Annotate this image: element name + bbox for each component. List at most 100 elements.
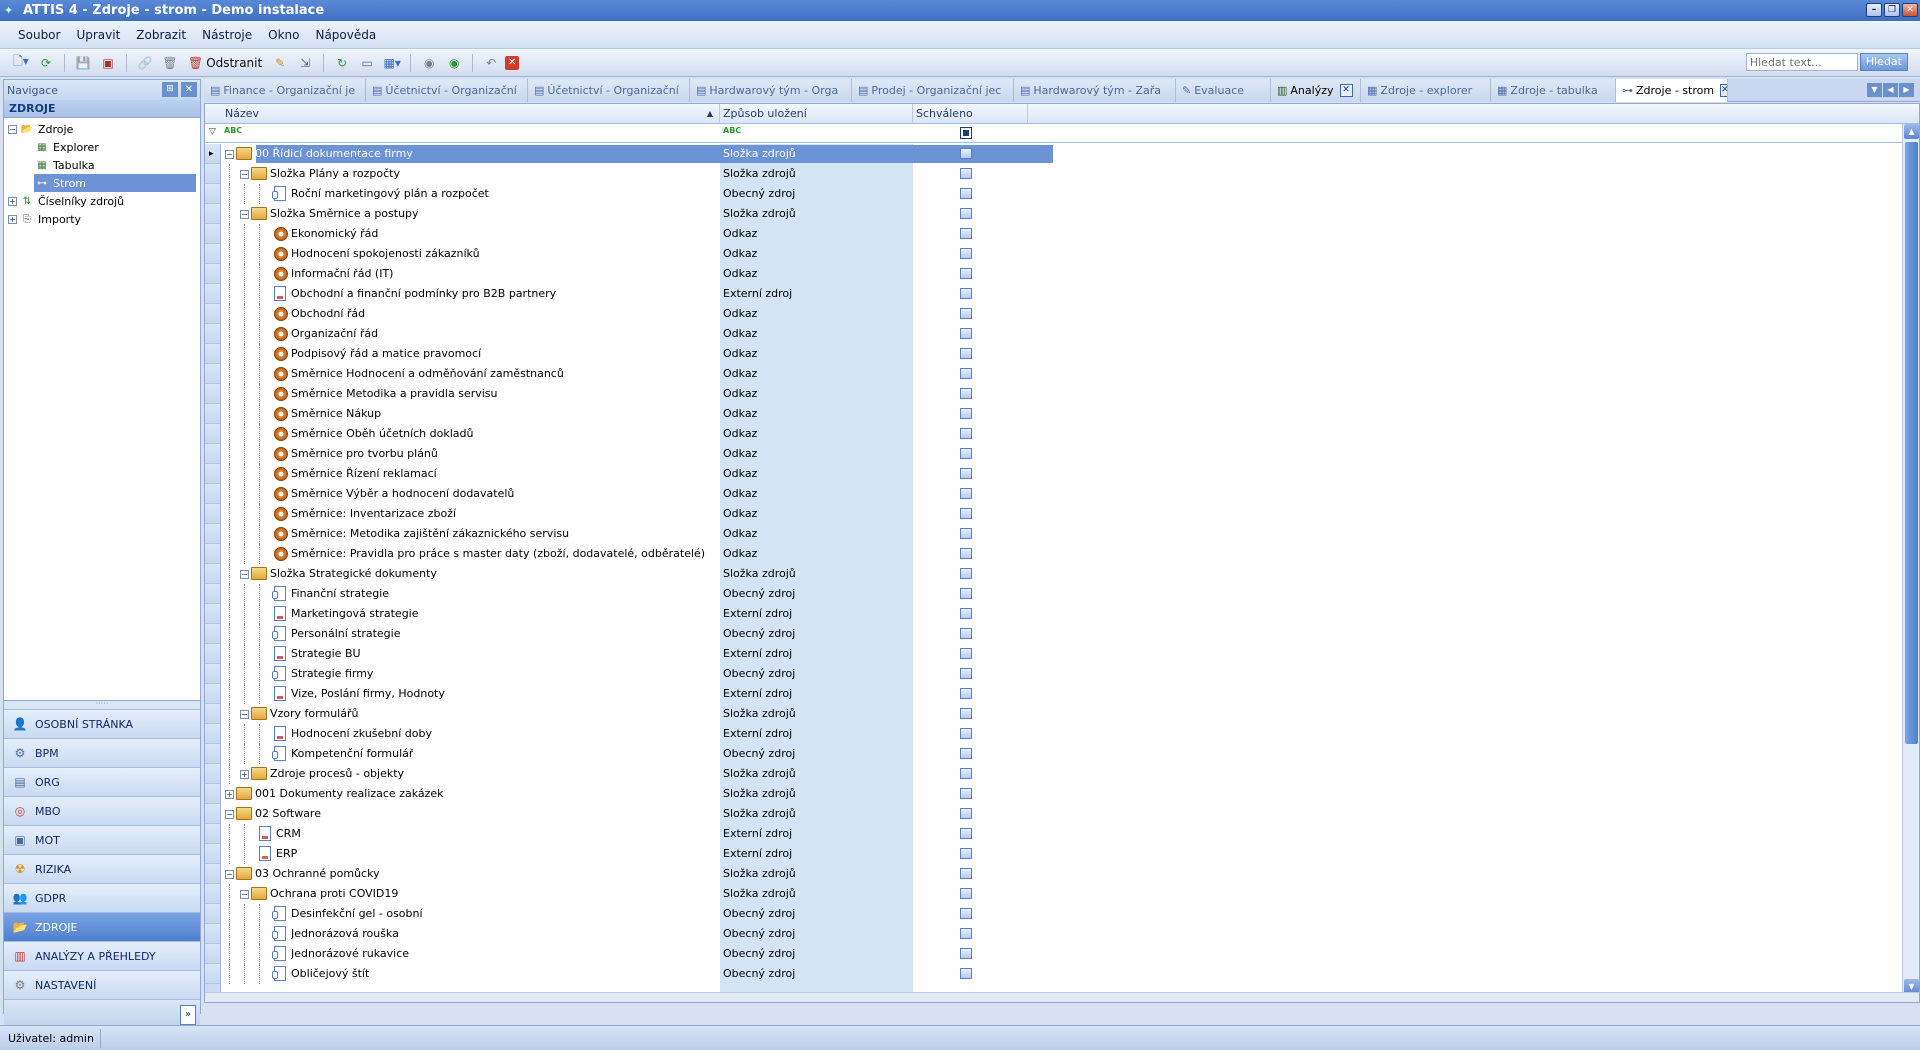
table-row[interactable]: Informační řád (IT) Odkaz [221,264,1919,284]
tab-ucetnictvi-2[interactable]: ▤ Účetnictví - Organizační [528,79,690,102]
row-selector[interactable] [205,884,220,904]
approved-checkbox[interactable] [960,788,972,799]
approved-checkbox[interactable] [960,688,972,699]
row-selector[interactable] [205,264,220,284]
table-row[interactable]: +001 Dokumenty realizace zakázek Složka z… [221,784,1919,804]
collapse-icon[interactable]: − [240,890,249,899]
new-document-icon[interactable]: 🗋▾ [10,53,32,73]
table-row[interactable]: − 02 Software Složka zdrojů [221,804,1919,824]
approved-checkbox[interactable] [960,748,972,759]
table-row[interactable]: − Složka Strategické dokumenty Složka zdro… [221,564,1919,584]
approved-checkbox[interactable] [960,208,972,219]
menu-soubor[interactable]: Soubor [10,28,68,42]
table-row[interactable]: + Zdroje procesů - objekty Složka zdrojů [221,764,1919,784]
approved-checkbox[interactable] [960,508,972,519]
approved-checkbox[interactable] [960,808,972,819]
approved-checkbox[interactable] [960,308,972,319]
row-selector[interactable] [205,664,220,684]
collapse-icon[interactable]: − [240,210,249,219]
remove-button[interactable]: 🗑 Odstranit [184,56,266,70]
module-nastaveni[interactable]: ⚙ NASTAVENÍ [4,970,200,999]
row-selector[interactable] [205,404,220,424]
tab-evaluace[interactable]: ✎ Evaluace [1176,79,1271,102]
module-gdpr[interactable]: 👥 GDPR [4,883,200,912]
table-row[interactable]: − Ochrana proti COVID19 Složka zdrojů [221,884,1919,904]
approved-checkbox[interactable] [960,248,972,259]
undo-icon[interactable]: ↶ [480,53,502,73]
table-row[interactable]: Personální strategie Obecný zdroj [221,624,1919,644]
expand-icon[interactable]: + [8,214,17,224]
row-selector[interactable] [205,164,220,184]
nav-tree-item-importy[interactable]: + ⎘ Importy [8,210,81,228]
expand-icon[interactable]: + [225,790,234,799]
approved-checkbox[interactable] [960,588,972,599]
tab-zdroje-explorer[interactable]: ▦ Zdroje - explorer [1361,79,1491,102]
row-selector[interactable] [205,384,220,404]
module-bpm[interactable]: ⚙ BPM [4,738,200,767]
table-row[interactable]: Desinfekční gel - osobní Obecný zdroj [221,904,1919,924]
tab-ucetnictvi-1[interactable]: ▤ Účetnictví - Organizační [366,79,528,102]
row-selector[interactable] [205,304,220,324]
table-row[interactable]: Organizační řád Odkaz [221,324,1919,344]
module-osobni-stranka[interactable]: 👤 OSOBNÍ STRÁNKA [4,709,200,738]
pin-icon[interactable]: ⊞ [162,82,178,97]
menu-upravit[interactable]: Upravit [68,28,128,42]
row-selector[interactable] [205,204,220,224]
approved-checkbox[interactable] [960,388,972,399]
row-selector[interactable] [205,904,220,924]
approved-checkbox[interactable] [960,268,972,279]
view-icon[interactable]: ▦▾ [381,53,403,73]
row-selector[interactable] [205,584,220,604]
table-row[interactable]: Obchodní a finanční podmínky pro B2B par… [221,284,1919,304]
menu-okno[interactable]: Okno [260,28,307,42]
row-selector[interactable] [205,624,220,644]
tab-hardware-org[interactable]: ▤ Hardwarový tým - Orga [690,79,852,102]
vertical-scrollbar[interactable]: ▲ ▼ [1902,124,1919,994]
filter-name-cell[interactable]: ABC [224,126,242,135]
row-selector[interactable] [205,324,220,344]
row-selector[interactable] [205,724,220,744]
row-selector[interactable] [205,184,220,204]
approved-checkbox[interactable] [960,628,972,639]
row-selector[interactable] [205,784,220,804]
table-row[interactable]: Směrnice Řízení reklamací Odkaz [221,464,1919,484]
approved-checkbox[interactable] [960,608,972,619]
approved-checkbox[interactable] [960,668,972,679]
approved-checkbox[interactable] [960,368,972,379]
row-selector[interactable] [205,704,220,724]
chevron-down-icon[interactable]: » [180,1005,196,1025]
refresh-add-icon[interactable]: ⟳ [35,53,57,73]
nav-tree-item-zdroje[interactable]: − 📂 Zdroje [8,120,73,138]
row-selector[interactable] [205,684,220,704]
approved-checkbox[interactable] [960,428,972,439]
filter-type-cell[interactable]: ABC [723,126,741,135]
tab-prev-icon[interactable]: ◀ [1883,83,1898,97]
search-input[interactable] [1745,53,1858,71]
approved-checkbox[interactable] [960,648,972,659]
approved-checkbox[interactable] [960,948,972,959]
approved-checkbox[interactable] [960,968,972,979]
module-analyzy[interactable]: ▥ ANALÝZY A PŘEHLEDY [4,941,200,970]
module-mbo[interactable]: ◎ MBO [4,796,200,825]
forward-icon[interactable]: ◉ [443,53,465,73]
row-selector[interactable] [205,864,220,884]
table-row[interactable]: Podpisový řád a matice pravomocí Odkaz [221,344,1919,364]
row-selector[interactable] [205,764,220,784]
table-row[interactable]: Obličejový štít Obecný zdroj [221,964,1919,984]
approved-checkbox[interactable] [960,708,972,719]
row-selector[interactable] [205,224,220,244]
collapse-icon[interactable]: − [240,170,249,179]
approved-checkbox[interactable] [960,928,972,939]
expand-icon[interactable]: + [240,770,249,779]
module-org[interactable]: ▤ ORG [4,767,200,796]
row-selector[interactable] [205,284,220,304]
table-row[interactable]: Strategie BU Externí zdroj [221,644,1919,664]
approved-checkbox[interactable] [960,468,972,479]
table-row[interactable]: Strategie firmy Obecný zdroj [221,664,1919,684]
table-row[interactable]: − 00 Řídicí dokumentace firmy Složka zdroj… [221,144,1919,164]
tab-next-icon[interactable]: ▶ [1899,83,1914,97]
approved-checkbox[interactable] [960,288,972,299]
table-row[interactable]: Marketingová strategie Externí zdroj [221,604,1919,624]
table-row[interactable]: Kompetenční formulář Obecný zdroj [221,744,1919,764]
minimize-button[interactable]: – [1866,3,1882,17]
